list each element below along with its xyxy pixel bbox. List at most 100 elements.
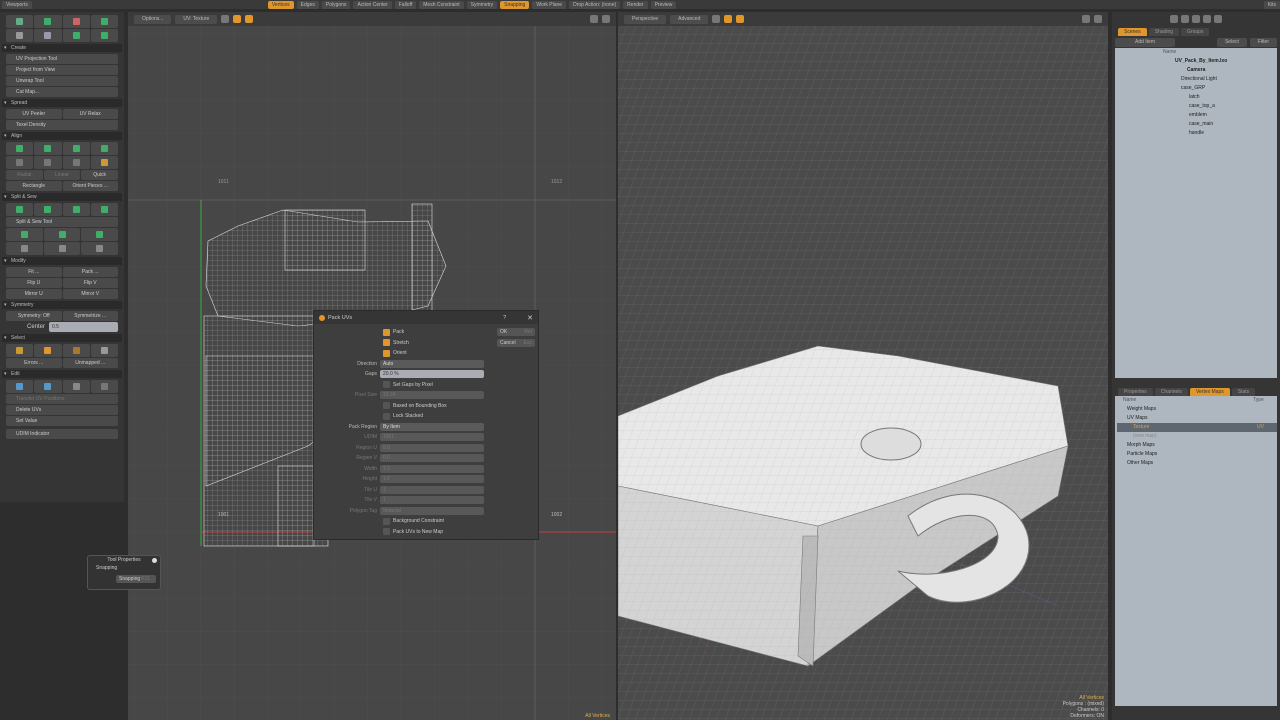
pack-region-dropdown[interactable]: By Item	[380, 422, 484, 431]
region-v-input[interactable]: 0.0	[380, 454, 484, 463]
mesh-icon[interactable]	[1170, 15, 1178, 23]
pixel-size-input[interactable]: 10.24	[380, 391, 484, 400]
sew-icon[interactable]	[34, 203, 62, 216]
radial-button[interactable]: Radial	[6, 170, 43, 180]
pan-3d-icon[interactable]	[1082, 15, 1090, 23]
cut-map-button[interactable]: Cut Map...	[6, 87, 118, 97]
select-button[interactable]: Select	[1216, 38, 1247, 47]
symmetrize-button[interactable]: Symmetrize ...	[62, 311, 118, 321]
direction-dropdown[interactable]: Auto	[380, 359, 484, 368]
perspective-viewport[interactable]: Perspective Advanced All Vertices Polygo…	[618, 12, 1108, 720]
help-button[interactable]: ?	[503, 315, 506, 321]
scene-item-mesh[interactable]: latch	[1117, 93, 1277, 102]
tab-scenes[interactable]: Scenes	[1118, 28, 1147, 36]
width-input[interactable]: 1.0	[380, 464, 484, 473]
vmap-other-maps[interactable]: Other Maps	[1117, 459, 1277, 468]
uv-peeler-button[interactable]: UV Peeler	[6, 109, 62, 119]
scene-item-group[interactable]: case_GRP	[1117, 84, 1277, 93]
linear-button[interactable]: Linear	[43, 170, 81, 180]
snapping-toggle[interactable]: Snapping	[119, 576, 140, 582]
kits-button[interactable]: Kits	[1263, 0, 1280, 9]
rotate-tool-icon[interactable]	[62, 15, 90, 28]
snap-icon[interactable]	[724, 15, 733, 23]
udim-indicator-button[interactable]: UDIM Indicator	[6, 429, 118, 439]
texel-density-button[interactable]: Texel Density	[6, 120, 118, 130]
scene-item-mesh[interactable]: case_top_a	[1117, 102, 1277, 111]
flip-v-button[interactable]: Flip V	[62, 278, 118, 288]
sew-c-icon[interactable]	[81, 242, 119, 255]
shading-style-dropdown[interactable]: Advanced	[670, 14, 709, 24]
unwrap-tool-button[interactable]: Unwrap Tool	[6, 76, 118, 86]
pin-icon[interactable]	[152, 558, 157, 563]
symmetry-dropdown[interactable]: Symmetry: Off	[6, 311, 62, 321]
vertices-button[interactable]: Vertices	[267, 0, 294, 9]
falloff-button[interactable]: Falloff	[394, 0, 417, 9]
set-gaps-pixel-checkbox[interactable]	[383, 381, 390, 389]
select-island-icon[interactable]	[34, 344, 62, 357]
zoom-icon[interactable]	[602, 15, 610, 23]
relax-icon[interactable]	[62, 29, 90, 42]
instance-icon[interactable]	[1181, 15, 1189, 23]
uv-options-button[interactable]: Options...	[134, 14, 172, 24]
close-icon[interactable]: ✕	[527, 314, 533, 322]
rotate-cw-icon[interactable]	[34, 156, 62, 169]
select-border-icon[interactable]	[62, 344, 90, 357]
lock-stacked-checkbox[interactable]	[383, 412, 390, 420]
split-a-icon[interactable]	[6, 228, 43, 241]
height-input[interactable]: 1.0	[380, 475, 484, 484]
pack-button[interactable]: Pack ...	[62, 267, 118, 277]
brush-icon[interactable]	[90, 29, 118, 42]
gaps-input[interactable]: 20.0 %	[380, 370, 484, 379]
visibility-icon[interactable]	[736, 15, 745, 23]
uv-relax-button[interactable]: UV Relax	[62, 109, 118, 119]
align-left-icon[interactable]	[62, 142, 90, 155]
rotate-ccw-icon[interactable]	[6, 156, 34, 169]
udim-icon[interactable]	[245, 15, 254, 23]
preview-button[interactable]: Preview	[650, 0, 677, 9]
section-select[interactable]: Select	[2, 334, 122, 342]
display-icon[interactable]	[233, 15, 242, 23]
mirror-v-button[interactable]: Mirror V	[62, 289, 118, 299]
fit-icon[interactable]	[6, 29, 34, 42]
tab-shading[interactable]: Shading	[1148, 28, 1180, 36]
rectangle-button[interactable]: Rectangle	[6, 181, 62, 191]
vmap-weight-maps[interactable]: Weight Maps	[1117, 405, 1277, 414]
delete-uvs-button[interactable]: Delete UVs	[6, 405, 118, 415]
tab-properties[interactable]: Properties	[1118, 388, 1153, 396]
zoom-3d-icon[interactable]	[1094, 15, 1102, 23]
scale-tool-icon[interactable]	[90, 15, 118, 28]
snapping-section[interactable]: Snapping	[88, 565, 160, 573]
grid-icon[interactable]	[221, 15, 230, 23]
scene-item-light[interactable]: Directional Light	[1117, 75, 1277, 84]
sew-a-icon[interactable]	[6, 242, 43, 255]
straighten-icon[interactable]	[90, 156, 118, 169]
mesh-constraint-button[interactable]: Mesh Constraint	[419, 0, 464, 9]
fit-button[interactable]: Fit ...	[6, 267, 62, 277]
wireframe-icon[interactable]	[712, 15, 721, 23]
move-sew-icon[interactable]	[62, 203, 90, 216]
transform-tool-icon[interactable]	[6, 15, 34, 28]
sew-right-icon[interactable]	[90, 203, 118, 216]
section-split-sew[interactable]: Split & Sew	[2, 193, 122, 201]
uv-projection-tool-button[interactable]: UV Projection Tool	[6, 54, 118, 64]
background-constraint-checkbox[interactable]	[383, 517, 390, 525]
section-edit[interactable]: Edit	[2, 370, 122, 378]
rotate-180-icon[interactable]	[62, 156, 90, 169]
stretch-checkbox[interactable]	[383, 339, 390, 347]
vmap-texture[interactable]: Texture	[1133, 423, 1257, 432]
work-plane-button[interactable]: Work Plane	[532, 0, 567, 9]
sew-b-icon[interactable]	[43, 242, 81, 255]
drop-action-dropdown[interactable]: Drop Action: (none)	[569, 0, 621, 9]
scene-item-root[interactable]: UV_Pack_By_Item.lxo	[1117, 57, 1277, 66]
edges-button[interactable]: Edges	[296, 0, 319, 9]
ok-button[interactable]: OK Ret	[497, 328, 535, 336]
paste-uv-icon[interactable]	[34, 380, 62, 393]
orient-checkbox[interactable]	[383, 349, 390, 357]
vmap-uv-maps[interactable]: UV Maps	[1117, 414, 1277, 423]
split-b-icon[interactable]	[43, 228, 81, 241]
view-type-dropdown[interactable]: Perspective	[624, 14, 667, 24]
section-spread[interactable]: Spread	[2, 99, 122, 107]
polygon-tag-dropdown[interactable]: Material	[380, 506, 484, 515]
section-align[interactable]: Align	[2, 132, 122, 140]
scene-item-camera[interactable]: Camera	[1117, 66, 1277, 75]
